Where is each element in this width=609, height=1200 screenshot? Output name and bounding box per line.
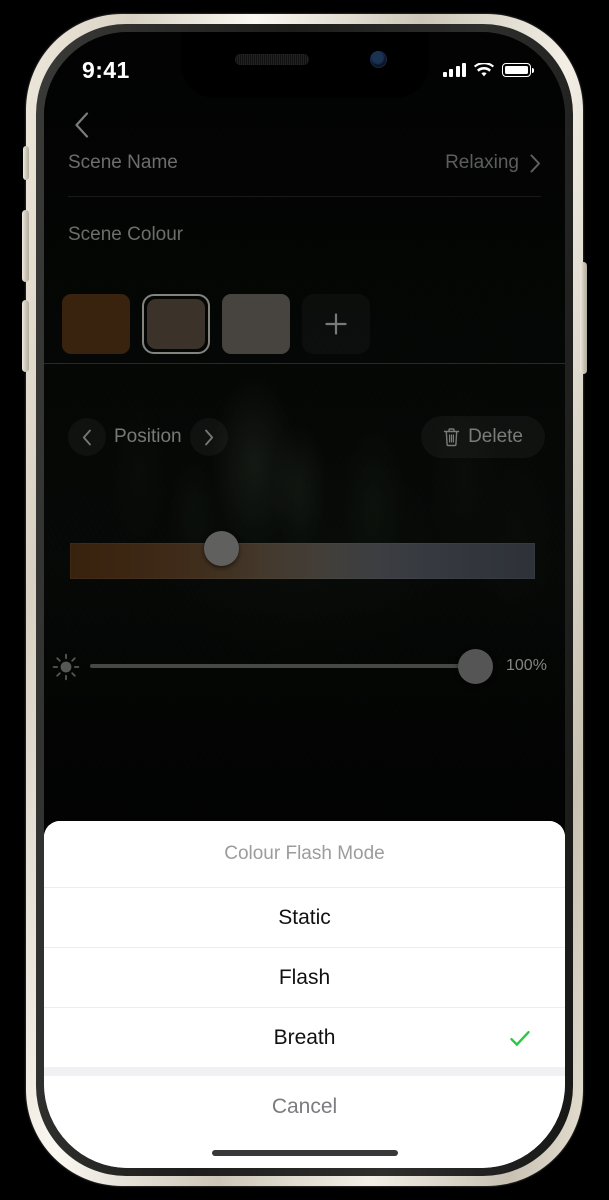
home-indicator [44, 1138, 565, 1168]
action-sheet-separator [44, 1067, 565, 1076]
mute-switch-button[interactable] [23, 146, 29, 180]
earpiece-speaker-icon [234, 54, 309, 65]
option-label: Flash [278, 965, 331, 989]
status-bar-time: 9:41 [82, 56, 130, 83]
option-label: Static [278, 905, 331, 929]
action-sheet-title: Colour Flash Mode [44, 821, 565, 887]
battery-full-icon [502, 63, 535, 77]
colour-flash-mode-action-sheet: Colour Flash Mode Static Flash Breath Ca… [44, 821, 565, 1168]
wifi-icon [474, 62, 494, 76]
cellular-signal-icon [442, 63, 466, 77]
check-icon [509, 1027, 531, 1049]
action-sheet-option-static[interactable]: Static [44, 887, 565, 947]
status-bar-indicators [442, 62, 535, 78]
power-button[interactable] [580, 262, 587, 374]
action-sheet-title-text: Colour Flash Mode [224, 843, 385, 864]
volume-down-button[interactable] [22, 300, 29, 372]
volume-up-button[interactable] [22, 210, 29, 282]
action-sheet-option-flash[interactable]: Flash [44, 947, 565, 1007]
cancel-label: Cancel [271, 1095, 338, 1118]
option-label: Breath [273, 1025, 336, 1049]
action-sheet-option-breath[interactable]: Breath [44, 1007, 565, 1067]
cancel-button[interactable]: Cancel [44, 1076, 565, 1138]
phone-screen: 9:41 Scene Name Relaxing Scene Colour Po… [44, 32, 565, 1168]
dynamic-island [180, 32, 429, 98]
front-camera-icon [369, 51, 387, 68]
screenshot-root: 9:41 Scene Name Relaxing Scene Colour Po… [0, 0, 609, 1200]
